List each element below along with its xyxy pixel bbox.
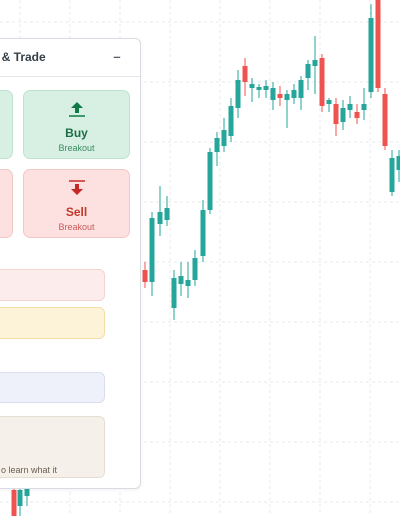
sell-subtitle: Breakout	[58, 222, 95, 232]
candle-body	[319, 58, 325, 106]
candle-body	[382, 94, 388, 146]
candle-body	[368, 18, 374, 92]
candle-body	[361, 104, 367, 110]
candle-body	[277, 94, 283, 98]
candle-body	[354, 112, 360, 118]
candle-body	[340, 108, 346, 122]
panel-title: w & Trade	[0, 50, 46, 64]
candle-body	[242, 66, 248, 82]
trade-panel: w & Trade – Buy Breakout Sell Breakout o…	[0, 38, 141, 489]
yellow-info-bar[interactable]	[0, 307, 105, 339]
candle-body	[157, 212, 163, 224]
pink-info-bar[interactable]	[0, 269, 105, 301]
candle-body	[333, 104, 339, 124]
candle-body	[171, 278, 177, 308]
learn-text: o learn what it	[1, 465, 58, 475]
blue-info-bar[interactable]	[0, 372, 105, 403]
candle-body	[221, 130, 227, 146]
candle-body	[17, 490, 23, 506]
candle-body	[207, 152, 213, 210]
candle-body	[347, 104, 353, 110]
candle-body	[185, 280, 191, 286]
buy-label: Buy	[65, 126, 88, 140]
candle-body	[256, 87, 262, 90]
candle-body	[200, 210, 206, 256]
candle-body	[142, 270, 148, 282]
candle-body	[249, 84, 255, 88]
candle-body	[149, 218, 155, 282]
sell-breakout-button[interactable]: Sell Breakout	[23, 169, 130, 238]
candle-body	[270, 88, 276, 100]
candle-body	[284, 94, 290, 100]
candle-body	[375, 0, 381, 88]
candle-body	[263, 86, 269, 90]
buy-breakout-button[interactable]: Buy Breakout	[23, 90, 130, 159]
left-red-card[interactable]	[0, 169, 13, 238]
candle-body	[214, 138, 220, 152]
arrow-down-icon	[69, 180, 85, 195]
candle-body	[305, 64, 311, 78]
buy-subtitle: Breakout	[58, 143, 95, 153]
candle-body	[235, 80, 241, 108]
candle-body	[298, 80, 304, 98]
candle-body	[11, 490, 17, 516]
candle-body	[164, 208, 170, 220]
candle-body	[178, 276, 184, 284]
candle-body	[291, 90, 297, 98]
candle-body	[192, 258, 198, 280]
candle-body	[396, 156, 400, 170]
minimize-button[interactable]: –	[110, 49, 124, 65]
candle-body	[228, 106, 234, 136]
panel-header: w & Trade –	[0, 39, 140, 77]
candle-body	[312, 60, 318, 66]
left-green-card[interactable]	[0, 90, 13, 159]
candle-body	[326, 100, 332, 104]
sell-label: Sell	[65, 205, 88, 219]
candle-body	[389, 158, 395, 192]
arrow-up-icon	[69, 102, 85, 117]
